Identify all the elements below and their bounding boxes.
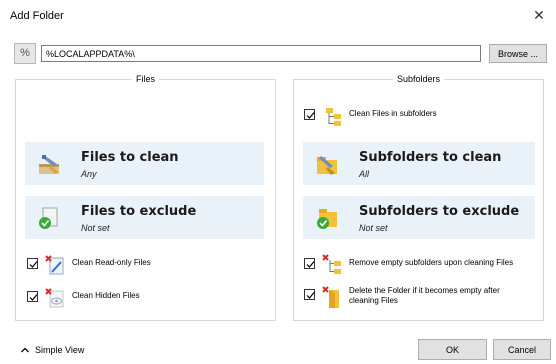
folder-exclude-icon [317, 209, 337, 229]
subfolders-to-exclude-value: Not set [359, 223, 388, 233]
window-title: Add Folder [10, 10, 64, 22]
folder-path-input[interactable] [41, 45, 481, 62]
clean-hidden-label: Clean Hidden Files [72, 291, 140, 300]
cancel-button[interactable]: Cancel [493, 339, 551, 360]
hidden-file-icon [45, 288, 64, 308]
delete-folder-if-empty-row[interactable]: Delete the Folder if it becomes empty af… [304, 285, 539, 311]
files-to-clean-tile[interactable]: Files to clean Any [25, 142, 264, 185]
title-bar: Add Folder ✕ [0, 0, 556, 30]
subfolders-to-exclude-title: Subfolders to exclude [359, 204, 520, 219]
subfolders-to-exclude-tile[interactable]: Subfolders to exclude Not set [303, 196, 535, 239]
clean-in-subfolders-checkbox[interactable] [304, 109, 315, 120]
subfolders-group: Subfolders Clean Files in subfolders Sub… [293, 74, 544, 321]
browse-button[interactable]: Browse ... [489, 44, 547, 63]
subfolders-to-clean-tile[interactable]: Subfolders to clean All [303, 142, 535, 185]
files-to-exclude-value: Not set [81, 223, 110, 233]
remove-empty-subfolders-checkbox[interactable] [304, 258, 315, 269]
clean-readonly-label: Clean Read-only Files [72, 258, 151, 267]
clean-hidden-row[interactable]: Clean Hidden Files [27, 287, 267, 309]
subfolders-to-clean-title: Subfolders to clean [359, 150, 502, 165]
files-group: Files Files to clean Any Files to exclud… [15, 74, 276, 321]
delete-folder-if-empty-checkbox[interactable] [304, 289, 315, 300]
files-to-exclude-tile[interactable]: Files to exclude Not set [25, 196, 264, 239]
folder-broom-icon [317, 156, 337, 175]
broom-icon [39, 155, 59, 174]
folder-tree-icon [326, 108, 341, 126]
remove-subfolders-icon [322, 254, 341, 274]
files-to-exclude-title: Files to exclude [81, 204, 197, 219]
files-to-clean-value: Any [81, 169, 97, 179]
clean-in-subfolders-row[interactable]: Clean Files in subfolders [304, 105, 534, 127]
ok-button[interactable]: OK [418, 339, 487, 360]
remove-empty-subfolders-label: Remove empty subfolders upon cleaning Fi… [349, 258, 514, 267]
clean-in-subfolders-label: Clean Files in subfolders [349, 109, 437, 118]
close-icon[interactable]: ✕ [532, 8, 546, 22]
file-exclude-icon [39, 207, 58, 229]
files-to-clean-title: Files to clean [81, 150, 179, 165]
simple-view-label: Simple View [35, 345, 85, 355]
variable-button[interactable]: % [14, 43, 36, 64]
clean-readonly-checkbox[interactable] [27, 258, 38, 269]
subfolders-group-title: Subfolders [392, 74, 445, 84]
remove-empty-subfolders-row[interactable]: Remove empty subfolders upon cleaning Fi… [304, 254, 539, 276]
delete-folder-if-empty-label: Delete the Folder if it becomes empty af… [349, 286, 500, 305]
clean-hidden-checkbox[interactable] [27, 291, 38, 302]
readonly-file-icon [45, 255, 64, 275]
clean-readonly-row[interactable]: Clean Read-only Files [27, 254, 267, 276]
subfolders-to-clean-value: All [359, 169, 370, 179]
files-group-title: Files [131, 74, 159, 84]
chevron-up-icon [21, 347, 29, 353]
delete-folder-icon [322, 286, 339, 308]
